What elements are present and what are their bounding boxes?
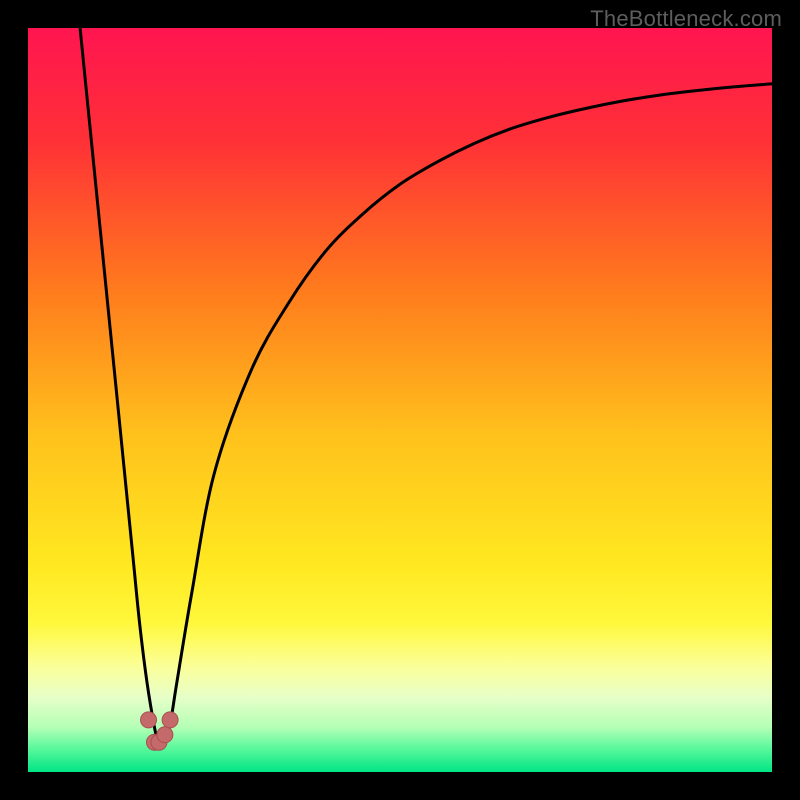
curve-marker: [141, 712, 157, 728]
curve-marker: [157, 727, 173, 743]
curve-marker: [162, 712, 178, 728]
bottleneck-curve: [28, 28, 772, 772]
chart-frame: TheBottleneck.com: [0, 0, 800, 800]
watermark-text: TheBottleneck.com: [590, 6, 782, 32]
plot-area: [28, 28, 772, 772]
